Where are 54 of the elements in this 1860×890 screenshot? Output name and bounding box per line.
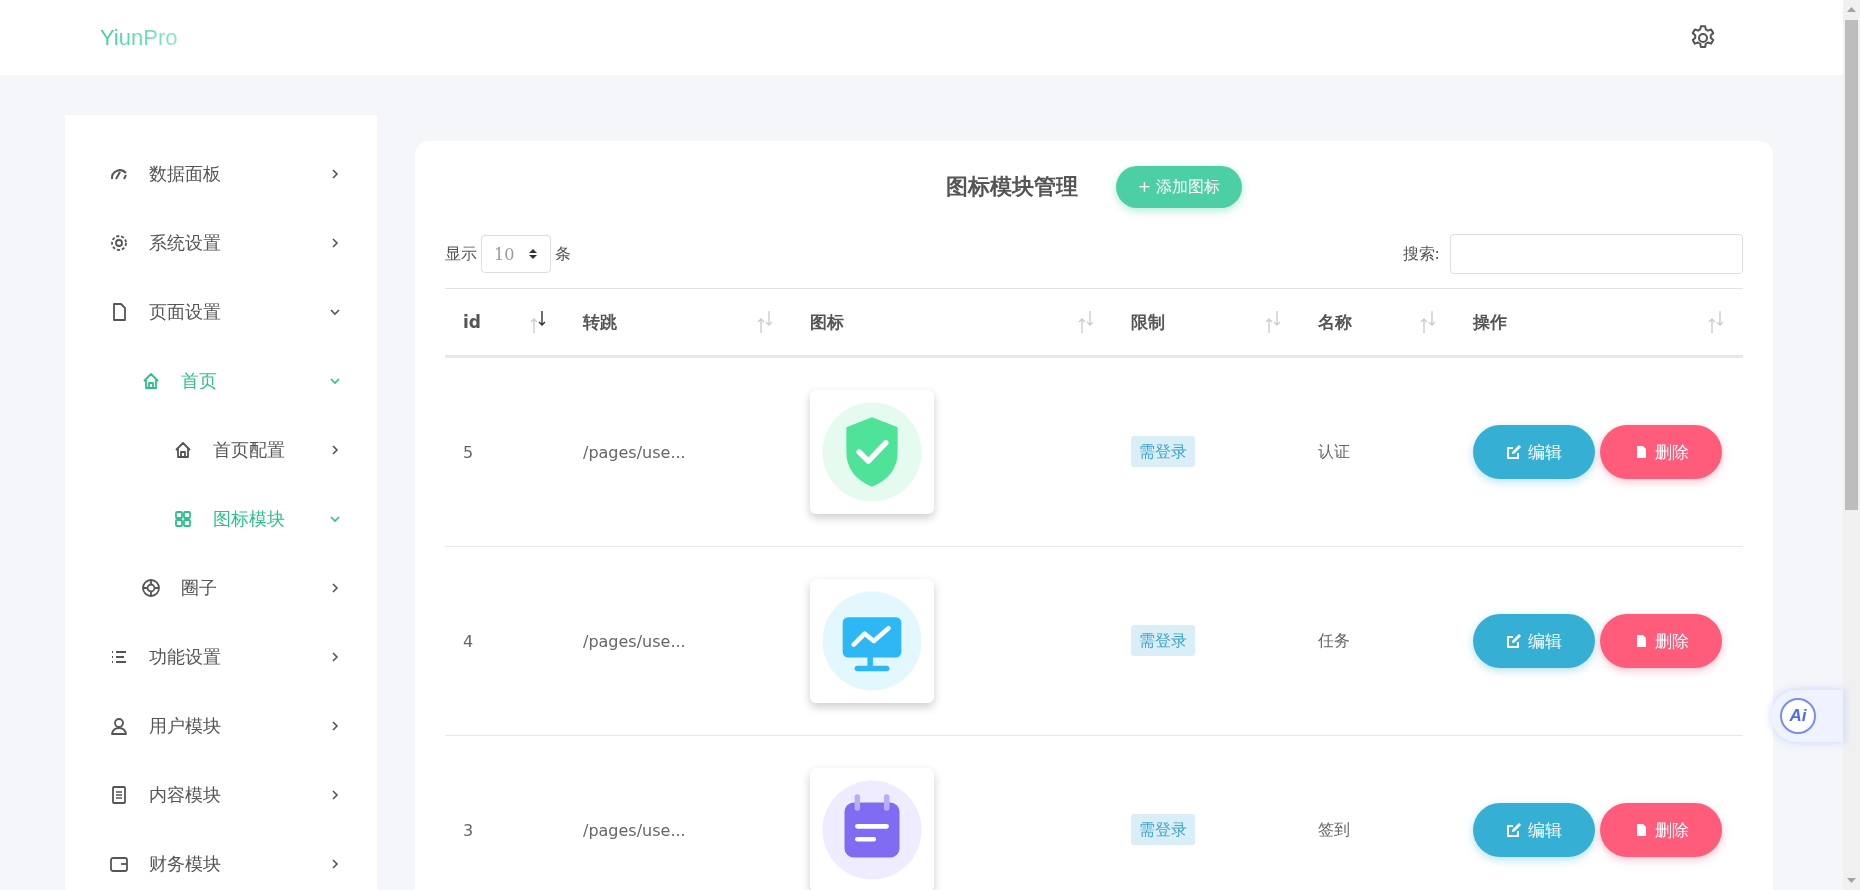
column-header[interactable]: 转跳 — [565, 288, 792, 357]
table-cell: 任务 — [1300, 546, 1455, 736]
column-header[interactable]: 操作 — [1455, 288, 1743, 357]
search-label: 搜索: — [1402, 243, 1440, 265]
show-label: 显示 — [445, 243, 477, 265]
table-cell: 5 — [445, 356, 565, 547]
sidebar-item[interactable]: 用户模块 — [65, 691, 377, 760]
chevron-icon — [329, 167, 341, 180]
table-cell: 签到 — [1300, 735, 1455, 890]
edit-icon — [1506, 444, 1522, 460]
column-header[interactable]: 限制 — [1113, 288, 1300, 357]
table-cell: 3 — [445, 735, 565, 890]
sidebar-item[interactable]: 数据面板 — [65, 139, 377, 208]
chevron-icon — [329, 719, 341, 732]
edit-icon — [1506, 633, 1522, 649]
chevron-icon — [329, 857, 341, 870]
grid-icon — [173, 508, 193, 529]
chevron-icon — [329, 581, 341, 594]
login-required-tag: 需登录 — [1131, 813, 1195, 845]
sidebar-item[interactable]: 系统设置 — [65, 208, 377, 277]
sidebar-item[interactable]: 功能设置 — [65, 622, 377, 691]
sidebar-item[interactable]: 内容模块 — [65, 760, 377, 829]
sidebar-item[interactable]: 页面设置 — [65, 277, 377, 346]
page-title: 图标模块管理 — [945, 172, 1078, 201]
home-icon — [173, 439, 193, 460]
gear-icon — [109, 232, 129, 253]
clipboard-icon — [109, 784, 129, 805]
column-header[interactable]: id — [445, 288, 565, 357]
column-header[interactable]: 名称 — [1300, 288, 1455, 357]
edit-icon — [1506, 822, 1522, 838]
scrollbar[interactable] — [1843, 0, 1860, 890]
chevron-icon — [329, 788, 341, 801]
entries-label: 条 — [555, 243, 572, 265]
up-down-caret-icon — [528, 247, 539, 261]
table-cell: /pages/use... — [565, 546, 792, 736]
sidebar-item[interactable]: 圈子 — [65, 553, 377, 622]
ai-assistant-button[interactable]: Ai — [1771, 690, 1843, 742]
sidebar-item[interactable]: 首页配置 — [65, 415, 377, 484]
lifebuoy-icon — [141, 577, 161, 598]
home-icon — [141, 370, 161, 391]
table-cell: /pages/use... — [565, 735, 792, 890]
column-header[interactable]: 图标 — [792, 288, 1113, 357]
table-cell: 4 — [445, 546, 565, 736]
table-cell: 认证 — [1300, 356, 1455, 547]
chevron-icon — [329, 236, 341, 249]
sidebar-item[interactable]: 财务模块 — [65, 829, 377, 890]
chevron-icon — [329, 650, 341, 663]
chevron-icon — [329, 443, 341, 456]
login-required-tag: 需登录 — [1131, 435, 1195, 467]
search-field[interactable] — [1450, 234, 1743, 274]
sort-icon[interactable] — [529, 309, 547, 335]
login-required-tag: 需登录 — [1131, 624, 1195, 656]
user-icon — [109, 715, 129, 736]
table-cell: /pages/use... — [565, 356, 792, 547]
